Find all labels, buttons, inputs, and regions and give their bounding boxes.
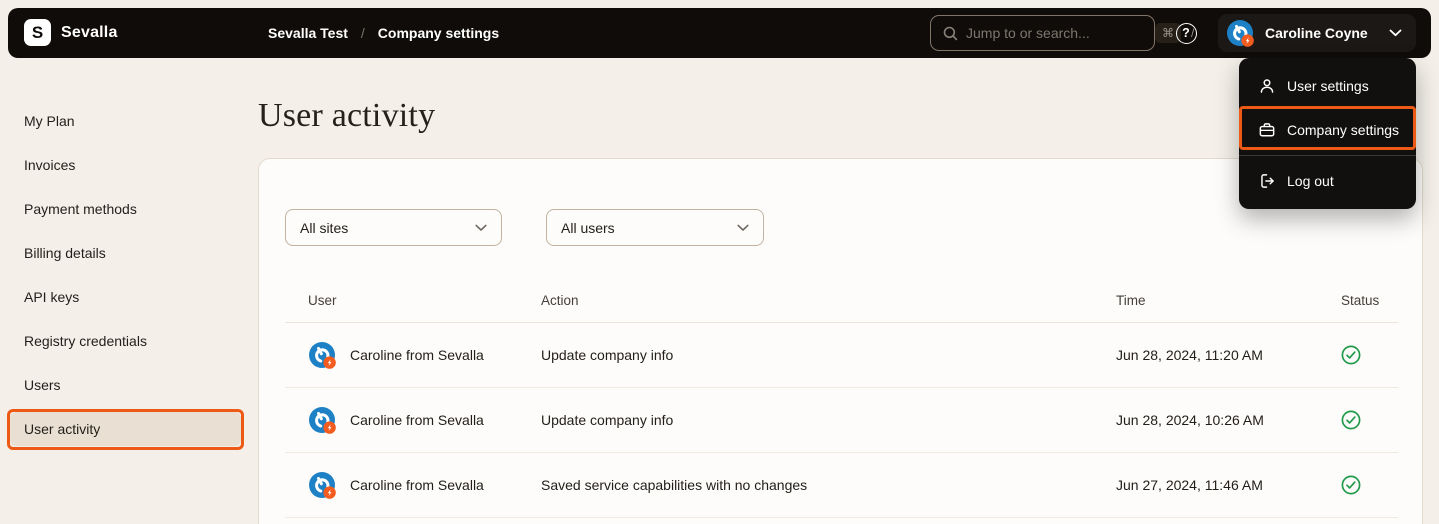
time-cell: Jun 28, 2024, 10:26 AM [1093, 412, 1318, 428]
sidebar-item-user-activity[interactable]: User activity [10, 412, 241, 446]
brand-name: Sevalla [61, 24, 118, 42]
check-circle-icon [1341, 410, 1398, 430]
sidebar-item-label: Billing details [24, 245, 106, 261]
user-menu-button[interactable]: Caroline Coyne [1218, 14, 1416, 52]
breadcrumb-separator: / [361, 25, 365, 41]
column-header-time: Time [1093, 293, 1318, 308]
column-header-action: Action [518, 293, 1093, 308]
status-cell [1318, 475, 1398, 495]
user-cell: Caroline from Sevalla [285, 471, 518, 499]
menu-item-user-settings[interactable]: User settings [1239, 64, 1416, 108]
user-avatar [308, 341, 336, 369]
sidebar-item-label: User activity [24, 421, 100, 437]
user-cell: Caroline from Sevalla [285, 406, 518, 434]
menu-item-label: Log out [1287, 173, 1334, 189]
logout-icon [1258, 172, 1276, 190]
menu-divider [1239, 155, 1416, 156]
sidebar-item-payment-methods[interactable]: Payment methods [0, 192, 250, 226]
question-icon: ? [1176, 23, 1197, 44]
table-header-row: User Action Time Status [285, 279, 1398, 323]
sidebar-item-label: Registry credentials [24, 333, 147, 349]
sidebar-item-users[interactable]: Users [0, 368, 250, 402]
sidebar-item-billing-details[interactable]: Billing details [0, 236, 250, 270]
user-dropdown-menu: User settings Company settings Log out [1239, 58, 1416, 209]
table-row: Caroline from Sevalla Update company inf… [285, 388, 1398, 453]
breadcrumb-page[interactable]: Company settings [378, 25, 499, 41]
user-avatar [308, 471, 336, 499]
sevalla-logo-icon: S [24, 19, 51, 46]
user-activity-card: All sites All users User Action Time Sta… [258, 158, 1423, 524]
breadcrumb: Sevalla Test / Company settings [268, 8, 499, 58]
chevron-down-icon [475, 224, 487, 232]
settings-sidebar: My Plan Invoices Payment methods Billing… [0, 104, 250, 456]
action-cell: Update company info [518, 347, 1093, 363]
sidebar-item-label: My Plan [24, 113, 75, 129]
sidebar-item-invoices[interactable]: Invoices [0, 148, 250, 182]
users-filter-value: All users [561, 220, 737, 236]
sidebar-item-api-keys[interactable]: API keys [0, 280, 250, 314]
user-name-cell: Caroline from Sevalla [350, 412, 484, 428]
sidebar-item-label: Users [24, 377, 61, 393]
status-cell [1318, 410, 1398, 430]
user-icon [1258, 77, 1276, 95]
filters-row: All sites All users [285, 209, 764, 246]
sidebar-item-my-plan[interactable]: My Plan [0, 104, 250, 138]
action-cell: Saved service capabilities with no chang… [518, 477, 1093, 493]
status-cell [1318, 345, 1398, 365]
column-header-status: Status [1318, 293, 1398, 308]
table-row: Caroline from Sevalla Update company inf… [285, 323, 1398, 388]
breadcrumb-project[interactable]: Sevalla Test [268, 25, 348, 41]
activity-table: User Action Time Status [285, 279, 1398, 518]
sites-filter-value: All sites [300, 220, 475, 236]
sites-filter-select[interactable]: All sites [285, 209, 502, 246]
help-button[interactable]: ? [1174, 21, 1198, 45]
chevron-down-icon [737, 224, 749, 232]
table-row: Caroline from Sevalla Saved service capa… [285, 453, 1398, 518]
chevron-down-icon [1389, 29, 1402, 37]
user-avatar [308, 406, 336, 434]
time-cell: Jun 28, 2024, 11:20 AM [1093, 347, 1318, 363]
sidebar-item-label: Invoices [24, 157, 75, 173]
menu-item-company-settings[interactable]: Company settings [1239, 108, 1416, 152]
user-cell: Caroline from Sevalla [285, 341, 518, 369]
user-avatar [1226, 19, 1254, 47]
global-search[interactable]: ⌘ / [930, 15, 1155, 51]
page-title: User activity [258, 97, 435, 135]
user-name-cell: Caroline from Sevalla [350, 477, 484, 493]
user-name: Caroline Coyne [1265, 25, 1378, 41]
search-input[interactable] [966, 25, 1147, 41]
sidebar-item-label: API keys [24, 289, 79, 305]
action-cell: Update company info [518, 412, 1093, 428]
menu-item-label: Company settings [1287, 122, 1399, 138]
briefcase-icon [1258, 121, 1276, 139]
column-header-user: User [285, 293, 518, 308]
menu-item-log-out[interactable]: Log out [1239, 159, 1416, 203]
sidebar-item-registry-credentials[interactable]: Registry credentials [0, 324, 250, 358]
sidebar-item-label: Payment methods [24, 201, 137, 217]
time-cell: Jun 27, 2024, 11:46 AM [1093, 477, 1318, 493]
check-circle-icon [1341, 475, 1398, 495]
brand-logo[interactable]: S Sevalla [24, 19, 118, 46]
top-navigation-bar: S Sevalla Sevalla Test / Company setting… [8, 8, 1431, 58]
search-icon [943, 26, 958, 41]
user-name-cell: Caroline from Sevalla [350, 347, 484, 363]
users-filter-select[interactable]: All users [546, 209, 764, 246]
check-circle-icon [1341, 345, 1398, 365]
menu-item-label: User settings [1287, 78, 1369, 94]
